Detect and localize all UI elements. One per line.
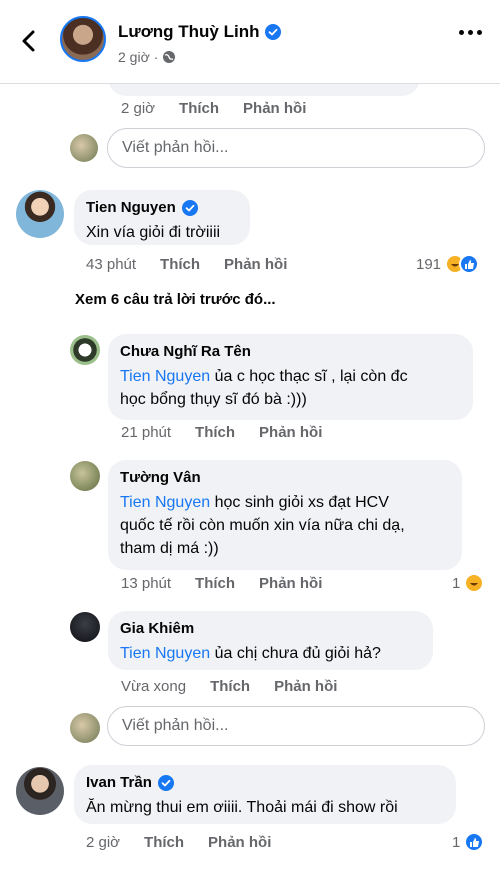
chevron-left-icon bbox=[22, 30, 35, 52]
reaction-summary[interactable]: 1 bbox=[452, 573, 485, 593]
comment-author-name[interactable]: Gia Khiêm bbox=[120, 619, 421, 639]
reply-button[interactable]: Phản hồi bbox=[224, 256, 287, 273]
comment-time: 2 giờ bbox=[121, 100, 156, 117]
verified-badge-icon bbox=[181, 200, 198, 216]
comment-author[interactable]: Tien Nguyen bbox=[86, 198, 238, 218]
reply-button[interactable]: Phản hồi bbox=[208, 834, 271, 851]
comment-author-name[interactable]: Tường Vân bbox=[120, 468, 450, 488]
like-button[interactable]: Thích bbox=[195, 424, 235, 441]
post-time[interactable]: 2 giờ bbox=[118, 49, 150, 65]
comment-author-name[interactable]: Chưa Nghĩ Ra Tên bbox=[120, 342, 461, 362]
comment-time: 43 phút bbox=[86, 256, 137, 273]
reply-bubble: Gia Khiêm Tien Nguyen ủa chị chưa đủ giỏ… bbox=[108, 611, 433, 670]
author-name-label: Lương Thuỳ Linh bbox=[118, 22, 260, 41]
back-button[interactable] bbox=[14, 26, 44, 56]
reply-text: Tien Nguyen ủa chị chưa đủ giỏi hả? bbox=[120, 642, 421, 665]
like-button[interactable]: Thích bbox=[179, 100, 219, 117]
verified-badge-icon bbox=[265, 24, 282, 40]
my-avatar bbox=[70, 134, 98, 162]
reply-text: Tien Nguyen học sinh giỏi xs đạt HCV quố… bbox=[120, 491, 450, 560]
reply-text-line: ủa c học thạc sĩ , lại còn đc bbox=[210, 368, 408, 385]
comment-actions: 2 giờ Thích Phản hồi bbox=[86, 834, 271, 851]
commenter-avatar[interactable] bbox=[16, 190, 64, 238]
reply-input[interactable]: Viết phản hồi... bbox=[107, 128, 485, 168]
verified-badge-icon bbox=[157, 775, 174, 791]
reply-input-placeholder: Viết phản hồi... bbox=[122, 139, 229, 156]
reply-button[interactable]: Phản hồi bbox=[259, 424, 322, 441]
reply-actions: 21 phút Thích Phản hồi bbox=[121, 424, 322, 441]
top-reply-actions: 2 giờ Thích Phản hồi bbox=[121, 100, 306, 117]
like-button[interactable]: Thích bbox=[160, 256, 200, 273]
reply-text-line: học bổng thụy sĩ đó bà :))) bbox=[120, 391, 307, 408]
like-button[interactable]: Thích bbox=[195, 575, 235, 592]
reply-actions: Vừa xong Thích Phản hồi bbox=[121, 678, 337, 695]
comment-text: Ăn mừng thui em ơiiii. Thoải mái đi show… bbox=[86, 799, 398, 816]
haha-reaction-icon bbox=[464, 573, 485, 593]
reply-bubble: Chưa Nghĩ Ra Tên Tien Nguyen ủa c học th… bbox=[108, 334, 473, 420]
reply-text: Tien Nguyen ủa c học thạc sĩ , lại còn đ… bbox=[120, 365, 461, 411]
mention-link[interactable]: Tien Nguyen bbox=[120, 368, 210, 385]
comment-time: Vừa xong bbox=[121, 678, 187, 695]
comment-time: 2 giờ bbox=[86, 834, 121, 851]
like-button[interactable]: Thích bbox=[144, 834, 184, 851]
commenter-avatar[interactable] bbox=[70, 461, 100, 491]
reply-bubble: Tường Vân Tien Nguyen học sinh giỏi xs đ… bbox=[108, 460, 462, 570]
commenter-avatar[interactable] bbox=[16, 767, 64, 815]
like-reaction-icon bbox=[459, 254, 480, 274]
reaction-count: 191 bbox=[416, 255, 442, 273]
comment-author[interactable]: Ivan Trần bbox=[86, 773, 444, 793]
mention-link[interactable]: Tien Nguyen bbox=[120, 494, 210, 511]
reaction-summary[interactable]: 191 bbox=[416, 254, 480, 274]
reply-text-line: quốc tế rồi còn muốn xin vía nữa chi dạ, bbox=[120, 517, 405, 534]
reply-input[interactable]: Viết phản hồi... bbox=[107, 706, 485, 746]
reply-text-line: tham dị má :)) bbox=[120, 540, 219, 557]
reply-button[interactable]: Phản hồi bbox=[243, 100, 306, 117]
author-avatar[interactable] bbox=[60, 16, 106, 62]
reply-actions: 13 phút Thích Phản hồi bbox=[121, 575, 322, 592]
comment-author-name: Ivan Trần bbox=[86, 774, 152, 791]
like-button[interactable]: Thích bbox=[210, 678, 250, 695]
comment-bubble: Ivan Trần Ăn mừng thui em ơiiii. Thoải m… bbox=[74, 765, 456, 824]
reaction-count: 1 bbox=[452, 574, 461, 592]
reaction-count: 1 bbox=[452, 833, 461, 851]
comment-time: 21 phút bbox=[121, 424, 172, 441]
reply-input-placeholder: Viết phản hồi... bbox=[122, 717, 229, 734]
mention-link[interactable]: Tien Nguyen bbox=[120, 645, 210, 662]
globe-icon bbox=[163, 51, 176, 63]
post-meta: 2 giờ · bbox=[118, 49, 176, 65]
more-options-button[interactable] bbox=[459, 30, 482, 35]
reaction-summary[interactable]: 1 bbox=[452, 832, 485, 852]
author-name[interactable]: Lương Thuỳ Linh bbox=[118, 22, 282, 42]
comment-time: 13 phút bbox=[121, 575, 172, 592]
comment-bubble: Tien Nguyen Xin vía giỏi đi trờiiii bbox=[74, 190, 250, 245]
reply-button[interactable]: Phản hồi bbox=[274, 678, 337, 695]
commenter-avatar[interactable] bbox=[70, 335, 100, 365]
post-header: Lương Thuỳ Linh 2 giờ · bbox=[0, 0, 500, 84]
comment-text: Xin vía giỏi đi trờiiii bbox=[86, 224, 221, 241]
my-avatar bbox=[70, 713, 100, 743]
reply-button[interactable]: Phản hồi bbox=[259, 575, 322, 592]
more-horizontal-icon bbox=[459, 30, 464, 35]
reply-text-line: học sinh giỏi xs đạt HCV bbox=[210, 494, 389, 511]
view-previous-replies-link[interactable]: Xem 6 câu trả lời trước đó... bbox=[75, 291, 276, 308]
commenter-avatar[interactable] bbox=[70, 612, 100, 642]
reply-text-line: ủa chị chưa đủ giỏi hả? bbox=[210, 645, 381, 662]
like-reaction-icon bbox=[464, 832, 485, 852]
comment-actions: 43 phút Thích Phản hồi bbox=[86, 256, 287, 273]
comment-author-name: Tien Nguyen bbox=[86, 199, 176, 216]
